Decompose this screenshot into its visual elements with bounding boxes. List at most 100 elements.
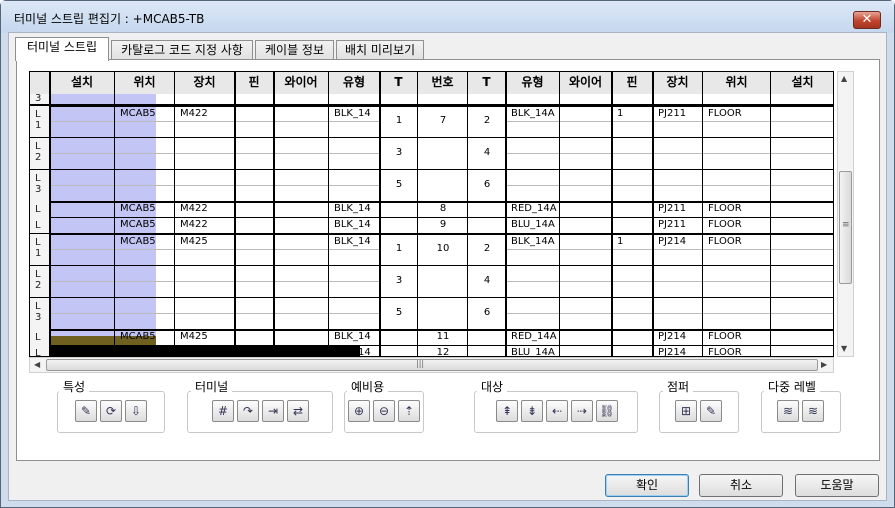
target-down-icon[interactable]: ⇟ [521,400,543,422]
column-header[interactable]: 핀 [235,72,274,94]
row-marker: L 1 [30,234,50,265]
terminal-number: 7 [439,115,447,126]
help-button[interactable]: 도움말 [795,474,879,497]
terminal-grid[interactable]: 설치 위치 장치 핀 와이어 유형 T 번호 T 유형 와이어 핀 장치 위치 설치 3 L 1172L 234… [29,71,834,357]
toolbar-group [187,391,333,433]
col-divider [611,72,613,356]
column-header[interactable]: 핀 [612,72,653,94]
left-type: BLK_14 [334,347,371,357]
terminal-number: 12 [436,347,450,357]
row-marker: L 1 [30,106,50,137]
right-type: BLU_14A [511,219,555,230]
column-header[interactable]: 장치 [175,72,235,94]
column-header[interactable]: 유형 [506,72,560,94]
subrow-divider [50,185,380,186]
tab-terminal-strip[interactable]: 터미널 스트립 [15,37,109,61]
target-left-icon[interactable]: ⇠ [546,400,568,422]
multilevel-edit-icon[interactable]: ≋ [802,400,824,422]
left-device: M425 [180,331,208,342]
left-location: MCAB5 [120,347,156,357]
column-header[interactable]: 설치 [50,72,115,94]
jumper-edit-icon[interactable]: ✎ [700,400,722,422]
row-marker: L [30,329,50,345]
right-device: PJ211 [658,219,687,230]
scroll-right-arrow[interactable]: ▶ [821,360,827,369]
vertical-scroll-thumb[interactable]: ≡ [839,171,852,284]
col-divider [417,72,418,356]
terminal-level-right: 6 [483,307,491,318]
terminal-level-right: 4 [483,275,491,286]
row-marker: L 2 [30,138,50,169]
spare-remove-icon[interactable]: ⊖ [373,400,395,422]
terminal-level-right: 4 [483,147,491,158]
column-header[interactable]: 위치 [115,72,175,94]
toolbar-group-label: 예비용 [347,378,389,395]
column-header[interactable]: 유형 [329,72,380,94]
column-header[interactable]: 와이어 [274,72,329,94]
right-location: FLOOR [708,203,742,214]
multilevel-add-icon[interactable]: ≋ [777,400,799,422]
right-location: FLOOR [708,331,742,342]
horizontal-scrollbar[interactable]: ◀ ||| ▶ [29,357,834,373]
tab-cable-info[interactable]: 케이블 정보 [255,40,334,60]
left-type: BLK_14 [334,108,371,119]
row-divider [30,169,833,170]
terminal-insert-icon[interactable]: ⇥ [262,400,284,422]
properties-insert-icon[interactable]: ⇩ [125,400,147,422]
right-location: FLOOR [708,219,742,230]
toolbar-group-label: 대상 [477,378,508,395]
subrow-divider [50,121,380,122]
right-pin: 1 [617,108,624,119]
subrow-divider [506,121,833,122]
column-header[interactable]: 설치 [771,72,833,94]
row-divider [30,345,833,346]
col-divider [49,72,51,356]
scroll-left-arrow[interactable]: ◀ [34,360,40,369]
column-header[interactable]: T [468,72,506,94]
vertical-scrollbar[interactable]: ▲ ≡ ▼ [837,71,854,357]
properties-edit-icon[interactable]: ✎ [75,400,97,422]
jumper-add-icon[interactable]: ⊞ [675,400,697,422]
toolbar-group-label: 터미널 [191,378,233,395]
properties-copy-icon[interactable]: ⟳ [100,400,122,422]
target-right-icon[interactable]: ⇢ [571,400,593,422]
horizontal-scroll-thumb[interactable]: ||| [46,359,818,371]
tab-catalog-code[interactable]: 카탈로그 코드 지정 사항 [111,40,253,60]
tab-layout-preview[interactable]: 배치 미리보기 [336,40,424,60]
left-location: MCAB5 [120,219,156,230]
ok-button[interactable]: 확인 [605,474,689,497]
row-divider [30,105,833,107]
col-divider [234,72,236,356]
left-device: M422 [180,203,208,214]
terminal-level-left: 3 [395,147,403,158]
terminal-edit-icon[interactable]: # [212,400,234,422]
terminal-level-right: 6 [483,179,491,190]
col-divider [467,72,468,356]
column-header[interactable]: 장치 [653,72,703,94]
terminal-level-right: 2 [483,115,491,126]
close-button[interactable]: ✕ [853,11,881,29]
right-pin: 1 [617,236,624,247]
row-divider [30,265,833,266]
left-device: M425 [180,347,208,357]
column-header[interactable]: T [380,72,418,94]
scroll-down-arrow[interactable]: ▼ [841,344,847,353]
terminal-move-icon[interactable]: ↷ [237,400,259,422]
right-type: BLK_14A [511,236,555,247]
column-header[interactable]: 번호 [418,72,468,94]
terminal-level-left: 1 [395,243,403,254]
target-link-icon[interactable]: ⛓ [596,400,618,422]
spare-add-icon[interactable]: ⊕ [348,400,370,422]
scroll-grip: ≡ [842,220,850,230]
cancel-button[interactable]: 취소 [699,474,783,497]
subrow-divider [506,313,833,314]
subrow-divider [50,249,380,250]
left-device: M422 [180,108,208,119]
spare-move-icon[interactable]: ⇡ [398,400,420,422]
right-location: FLOOR [708,347,742,357]
column-header[interactable]: 위치 [703,72,771,94]
scroll-up-arrow[interactable]: ▲ [841,74,847,83]
target-up-icon[interactable]: ⇞ [496,400,518,422]
column-header[interactable]: 와이어 [560,72,612,94]
terminal-reverse-icon[interactable]: ⇄ [287,400,309,422]
